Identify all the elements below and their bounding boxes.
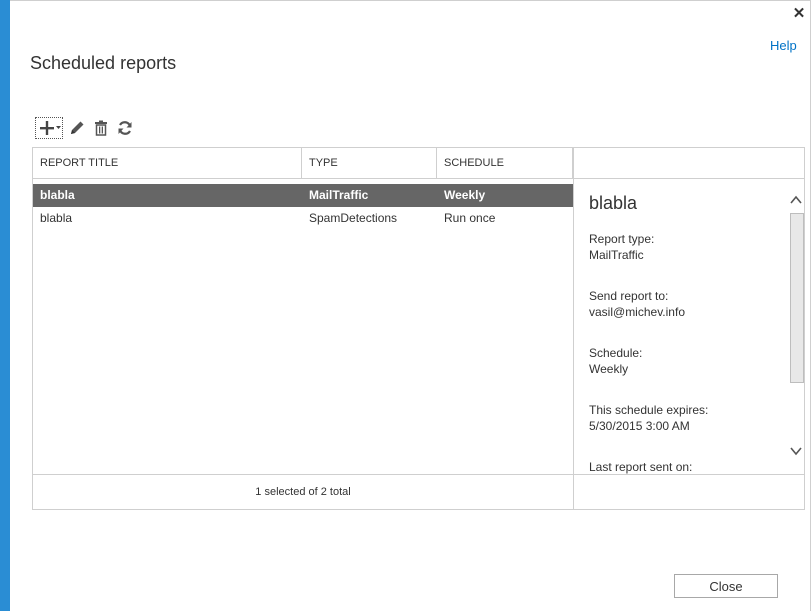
refresh-button[interactable] xyxy=(115,117,135,139)
detail-value: 5/30/2015 3:00 AM xyxy=(589,419,690,433)
detail-label: This schedule expires: xyxy=(589,403,709,417)
add-icon xyxy=(40,121,61,135)
grid-footer: 1 selected of 2 total xyxy=(33,474,804,509)
table-row[interactable]: blabla MailTraffic Weekly xyxy=(33,184,573,207)
top-border xyxy=(10,0,811,1)
detail-label: Report type: xyxy=(589,232,655,246)
table-row[interactable]: blabla SpamDetections Run once xyxy=(33,207,573,230)
row-schedule: Run once xyxy=(444,211,496,225)
detail-schedule: Schedule: Weekly xyxy=(589,345,642,377)
row-schedule: Weekly xyxy=(444,188,486,202)
close-icon[interactable]: ✕ xyxy=(791,5,807,23)
details-pane: blabla Report type: MailTraffic Send rep… xyxy=(573,179,805,474)
detail-label: Last report sent on: xyxy=(589,460,693,474)
detail-value: vasil@michev.info xyxy=(589,305,685,319)
page-title: Scheduled reports xyxy=(30,53,177,73)
delete-icon xyxy=(95,120,107,136)
accent-bar xyxy=(0,0,10,611)
column-header-type[interactable]: TYPE xyxy=(302,148,437,178)
row-title: blabla xyxy=(40,188,75,202)
edit-icon xyxy=(71,121,84,134)
details-title: blabla xyxy=(589,193,638,213)
help-link[interactable]: Help xyxy=(770,38,797,53)
toolbar xyxy=(35,116,139,140)
refresh-icon xyxy=(118,121,132,135)
footer-detail-cell xyxy=(573,475,804,509)
scroll-up-arrow-icon[interactable] xyxy=(789,193,803,207)
scrollbar-thumb[interactable] xyxy=(790,213,804,383)
detail-header xyxy=(573,148,805,179)
detail-last-sent: Last report sent on: xyxy=(589,459,692,474)
selection-status: 1 selected of 2 total xyxy=(255,486,351,498)
row-type: MailTraffic xyxy=(309,188,369,202)
detail-label: Schedule: xyxy=(589,346,643,360)
grid-header: REPORT TITLE TYPE SCHEDULE xyxy=(33,148,573,179)
edit-button[interactable] xyxy=(67,117,87,139)
detail-value: MailTraffic xyxy=(589,248,644,262)
row-type: SpamDetections xyxy=(309,211,398,225)
detail-send-to: Send report to: vasil@michev.info xyxy=(589,288,685,320)
report-list: blabla MailTraffic Weekly blabla SpamDet… xyxy=(33,184,573,230)
add-button[interactable] xyxy=(35,117,63,139)
close-button[interactable]: Close xyxy=(674,574,778,598)
column-header-report-title[interactable]: REPORT TITLE xyxy=(33,148,302,178)
scheduled-reports-dialog: ✕ Help Scheduled reports REPORT TITLE TY… xyxy=(0,0,811,611)
scroll-down-arrow-icon[interactable] xyxy=(789,444,803,458)
delete-button[interactable] xyxy=(91,117,111,139)
row-title: blabla xyxy=(40,211,73,225)
reports-grid: REPORT TITLE TYPE SCHEDULE blabla MailTr… xyxy=(32,147,805,510)
detail-value: Weekly xyxy=(589,362,629,376)
detail-label: Send report to: xyxy=(589,289,669,303)
detail-expires: This schedule expires: 5/30/2015 3:00 AM xyxy=(589,402,708,434)
detail-report-type: Report type: MailTraffic xyxy=(589,231,654,263)
column-header-schedule[interactable]: SCHEDULE xyxy=(437,148,573,178)
